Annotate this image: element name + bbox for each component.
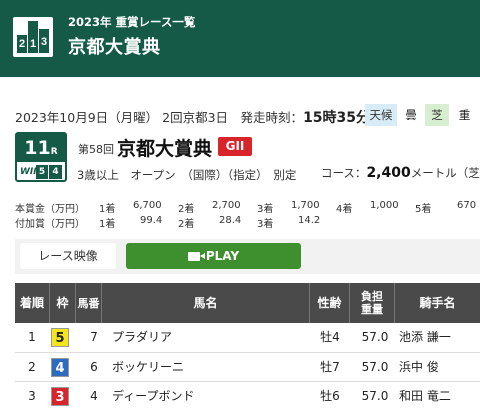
weight-cell: 57.0 bbox=[361, 389, 389, 403]
added-prize-label: 付加賞（万円） bbox=[15, 219, 85, 230]
race-date-info: 2023年10月9日（月曜） 2回京都3日 発走時刻：15時35分 bbox=[15, 107, 370, 127]
race-edition: 第58回 bbox=[78, 143, 114, 156]
course-info: コース：2,400メートル（芝・右 bbox=[321, 165, 480, 181]
weight-cell: 57.0 bbox=[361, 330, 389, 344]
horse-name-link[interactable]: プラダリア bbox=[110, 323, 310, 352]
sex-age-cell: 牡4 bbox=[320, 330, 340, 344]
start-time: 15時35分 bbox=[303, 110, 371, 126]
col-name: 馬名 bbox=[102, 283, 310, 323]
horse-number: 4 bbox=[90, 389, 98, 403]
table-header: 着順 枠 馬番 馬名 性齢 負担重量 騎手名 bbox=[15, 283, 480, 323]
rank-cell: 1 bbox=[28, 330, 36, 344]
sex-age-cell: 牡7 bbox=[320, 359, 340, 374]
header-title: 京都大賞典 bbox=[68, 37, 161, 58]
col-uma: 馬番 bbox=[76, 283, 102, 323]
waku-badge: 5 bbox=[51, 328, 69, 347]
grade-badge: GII bbox=[218, 137, 252, 156]
table-row[interactable]: 1 5 7 プラダリア 牡4 57.0 池添 謙一 bbox=[15, 323, 480, 353]
track-condition-value: 重 bbox=[449, 104, 480, 126]
table-row[interactable]: 3 3 4 ディープボンド 牡6 57.0 和田 竜二 bbox=[15, 382, 480, 411]
col-rank: 着順 bbox=[15, 283, 50, 323]
weather-value: 曇 bbox=[397, 104, 425, 126]
col-waku: 枠 bbox=[50, 283, 76, 323]
weather-label: 天候 bbox=[365, 104, 397, 126]
rank-cell: 2 bbox=[28, 359, 36, 374]
waku-badge: 4 bbox=[51, 357, 69, 377]
race-date-place: 2023年10月9日（月曜） 2回京都3日 発走時刻： bbox=[15, 110, 304, 125]
header-subtitle: 2023年 重賞レース一覧 bbox=[68, 15, 196, 29]
play-label: PLAY bbox=[205, 249, 240, 263]
logo-digit-3: 3 bbox=[39, 29, 49, 53]
table-row[interactable]: 2 4 6 ボッケリーニ 牡7 57.0 浜中 俊 bbox=[15, 353, 480, 382]
col-jockey: 騎手名 bbox=[419, 295, 456, 310]
results-table: 着順 枠 馬番 馬名 性齢 負担重量 騎手名 1 5 7 プラダリア 牡4 57… bbox=[15, 283, 480, 411]
logo-digit-2: 2 bbox=[17, 35, 27, 53]
waku-badge: 3 bbox=[51, 387, 69, 406]
logo-digit-1: 1 bbox=[28, 21, 38, 53]
page-header: 2 1 3 2023年 重賞レース一覧 京都大賞典 bbox=[0, 0, 480, 77]
weight-cell: 57.0 bbox=[361, 359, 389, 374]
sex-age-cell: 牡6 bbox=[320, 389, 340, 403]
col-weight: 負担重量 bbox=[350, 283, 395, 323]
horse-number: 7 bbox=[90, 330, 98, 344]
col-age: 性齢 bbox=[310, 283, 350, 323]
horse-name-link[interactable]: ボッケリーニ bbox=[110, 353, 310, 382]
race-number: 11R bbox=[17, 134, 65, 162]
course-distance: 2,400 bbox=[366, 165, 411, 181]
jra-logo-icon: 2 1 3 bbox=[13, 17, 53, 57]
video-camera-icon bbox=[187, 252, 205, 261]
horse-number: 6 bbox=[90, 359, 98, 374]
play-button[interactable]: PLAY bbox=[126, 243, 301, 269]
race-video-button[interactable]: レース映像 bbox=[20, 243, 116, 269]
race-title: 京都大賞典 bbox=[117, 138, 213, 160]
jockey-link[interactable]: 和田 竜二 bbox=[399, 382, 479, 411]
track-label: 芝 bbox=[425, 104, 449, 126]
jockey-link[interactable]: 浜中 俊 bbox=[399, 353, 479, 382]
main-prize-label: 本賞金（万円） bbox=[15, 204, 85, 215]
race-number-badge: 11R WIN 5 4 bbox=[15, 132, 67, 182]
win5-icon: WIN 5 4 bbox=[20, 165, 62, 179]
race-conditions: 3歳以上 オープン （国際）（指定） 別定 bbox=[77, 168, 297, 182]
rank-cell: 3 bbox=[28, 389, 36, 403]
horse-name-link[interactable]: ディープボンド bbox=[110, 382, 310, 411]
jockey-link[interactable]: 池添 謙一 bbox=[399, 323, 479, 352]
